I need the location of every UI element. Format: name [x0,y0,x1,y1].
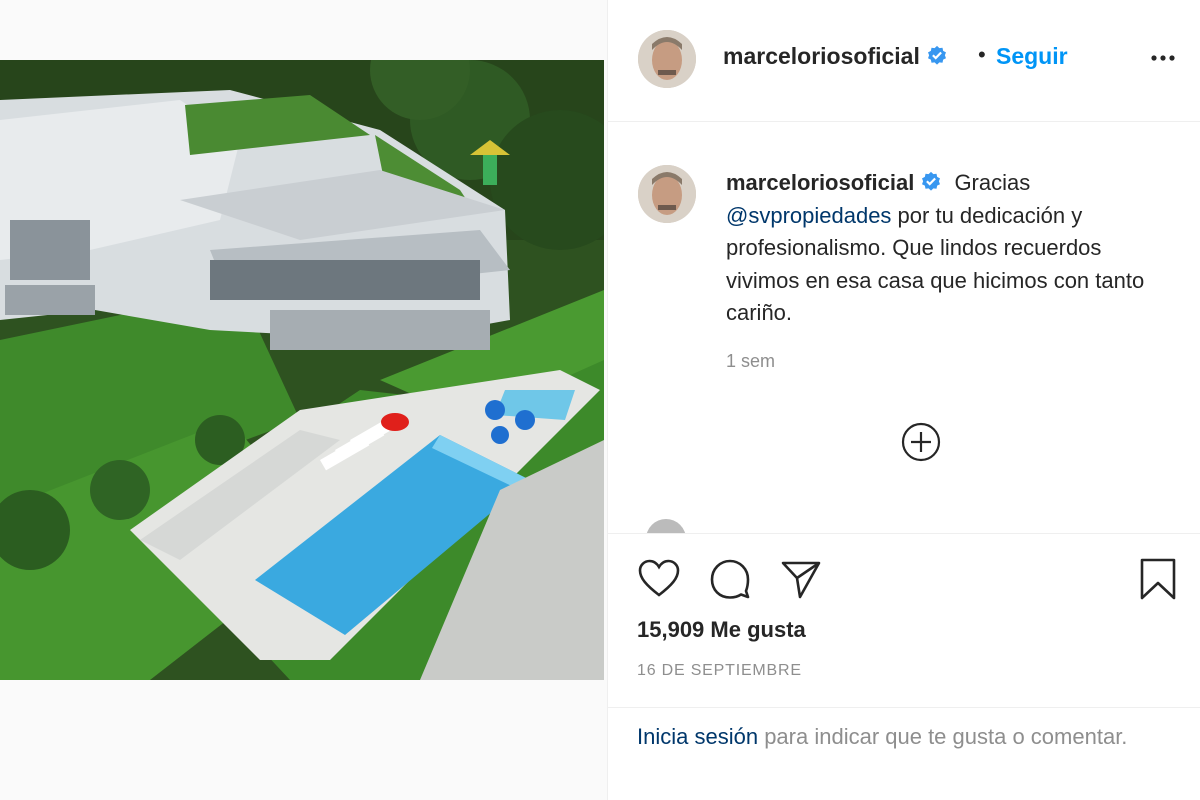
author-username[interactable]: marceloriosoficial [723,43,948,70]
face-icon [638,30,696,88]
next-comment-avatar [646,519,686,533]
post-actions: 15,909 Me gusta 16 DE SEPTIEMBRE [608,533,1200,707]
login-prompt: Inicia sesión para indicar que te gusta … [608,707,1200,800]
login-prompt-text: Inicia sesión para indicar que te gusta … [637,720,1137,753]
caption-author-avatar[interactable] [638,165,696,223]
photo-column [0,0,607,800]
caption-mention-link[interactable]: @svpropiedades [726,203,891,228]
caption-text-start: Gracias [954,170,1031,195]
post-side-panel: marceloriosoficial • Seguir marcelorioso… [607,0,1200,800]
house-pool-illustration [0,60,604,680]
login-prompt-rest: para indicar que te gusta o comentar. [758,724,1128,749]
comments-area: marceloriosoficial Gracias @svpropiedade… [608,123,1200,533]
login-link[interactable]: Inicia sesión [637,724,758,749]
instagram-post-page: marceloriosoficial • Seguir marcelorioso… [0,0,1200,800]
caption-timestamp[interactable]: 1 sem [726,351,775,372]
author-avatar[interactable] [638,30,696,88]
verified-badge-icon [927,45,946,65]
like-count[interactable]: 15,909 Me gusta [637,617,806,643]
face-icon [638,165,696,223]
bookmark-icon[interactable] [1135,556,1181,602]
verified-badge-icon [922,171,941,191]
caption-username[interactable]: marceloriosoficial [726,170,942,195]
paper-plane-icon[interactable] [778,556,824,602]
comment-bubble-icon[interactable] [707,556,753,602]
post-photo[interactable] [0,60,604,680]
separator-dot: • [978,42,986,67]
post-header: marceloriosoficial • Seguir [608,0,1200,122]
follow-button[interactable]: Seguir [996,43,1068,70]
heart-icon[interactable] [636,556,682,602]
post-date[interactable]: 16 DE SEPTIEMBRE [637,662,802,680]
post-caption: marceloriosoficial Gracias @svpropiedade… [726,167,1176,330]
load-more-comments-icon[interactable] [900,421,942,463]
more-options-icon[interactable] [1148,46,1178,70]
